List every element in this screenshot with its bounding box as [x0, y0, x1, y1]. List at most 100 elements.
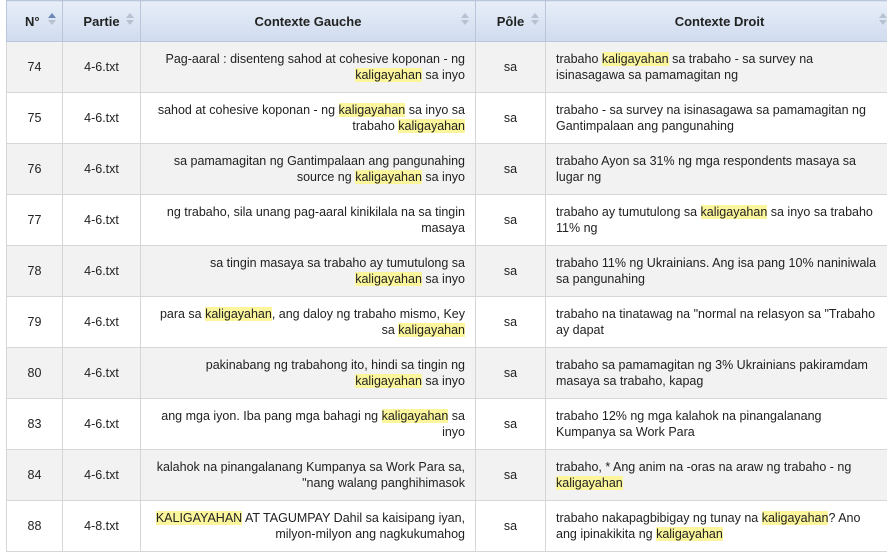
table-row: 77 4-6.txt ng trabaho, sila unang pag-aara…	[6, 194, 887, 246]
column-header-contexte-droit[interactable]: Contexte Droit	[545, 0, 887, 42]
column-header-pole[interactable]: Pôle	[475, 0, 546, 42]
cell-contexte-droit: trabaho na tinatawag na "normal na relas…	[545, 296, 887, 348]
cell-number: 74	[6, 41, 63, 93]
cell-contexte-droit: trabaho - sa survey na isinasagawa sa pa…	[545, 92, 887, 144]
cell-number: 77	[6, 194, 63, 246]
keyword-highlight: kaligayahan	[381, 409, 449, 423]
context-text: trabaho nakapagbibigay ng tunay na	[556, 511, 762, 525]
table-row: 74 4-6.txt Pag-aaral : disenteng sahod at …	[6, 41, 887, 93]
context-text: ng trabaho, sila unang pag-aaral kinikil…	[166, 205, 465, 235]
cell-number: 76	[6, 143, 63, 195]
cell-partie: 4-6.txt	[62, 449, 141, 501]
sort-icon	[879, 13, 887, 27]
cell-partie: 4-6.txt	[62, 92, 141, 144]
cell-contexte-droit: trabaho, * Ang anim na -oras na araw ng …	[545, 449, 887, 501]
cell-pole: sa	[475, 449, 546, 501]
context-text: trabaho sa pamamagitan ng 3% Ukrainians …	[556, 358, 868, 388]
cell-number: 80	[6, 347, 63, 399]
table-row: 76 4-6.txt sa pamamagitan ng Gantimpalaan …	[6, 143, 887, 195]
keyword-highlight: kaligayahan	[355, 374, 422, 388]
keyword-highlight: kaligayahan	[656, 527, 723, 541]
cell-contexte-droit: trabaho 11% ng Ukrainians. Ang isa pang …	[545, 245, 887, 297]
cell-pole: sa	[475, 92, 546, 144]
table-row: 75 4-6.txt sahod at cohesive koponan - ng …	[6, 92, 887, 144]
keyword-highlight: kaligayahan	[398, 119, 465, 133]
context-text: pakinabang ng trabahong ito, hindi sa ti…	[205, 358, 465, 372]
cell-number: 84	[6, 449, 63, 501]
cell-number: 75	[6, 92, 63, 144]
cell-contexte-gauche: para sa kaligayahan, ang daloy ng trabah…	[140, 296, 476, 348]
sort-ascending-icon	[48, 13, 56, 27]
cell-number: 79	[6, 296, 63, 348]
cell-pole: sa	[475, 245, 546, 297]
keyword-highlight: kaligayahan	[205, 307, 272, 321]
context-text: ang mga iyon. Iba pang mga bahagi ng	[161, 409, 382, 423]
header-row: N° Partie Contexte Gauche Pôle Contexte …	[6, 0, 887, 42]
cell-contexte-gauche: sa pamamagitan ng Gantimpalaan ang pangu…	[140, 143, 476, 195]
context-text: sa inyo	[421, 68, 465, 82]
cell-pole: sa	[475, 296, 546, 348]
cell-partie: 4-6.txt	[62, 347, 141, 399]
column-header-contexte-gauche[interactable]: Contexte Gauche	[140, 0, 476, 42]
keyword-highlight: kaligayahan	[761, 511, 829, 525]
table-row: 79 4-6.txt para sa kaligayahan, ang daloy …	[6, 296, 887, 348]
cell-contexte-gauche: ang mga iyon. Iba pang mga bahagi ng kal…	[140, 398, 476, 450]
column-header-contexte-droit-label: Contexte Droit	[674, 13, 765, 29]
cell-contexte-droit: trabaho Ayon sa 31% ng mga respondents m…	[545, 143, 887, 195]
cell-contexte-gauche: Pag-aaral : disenteng sahod at cohesive …	[140, 41, 476, 93]
context-text: trabaho	[556, 52, 602, 66]
column-header-partie-label: Partie	[83, 13, 120, 29]
context-text: kalahok na pinangalanang Kumpanya sa Wor…	[156, 460, 465, 490]
context-text: Pag-aaral : disenteng sahod at cohesive …	[165, 52, 465, 66]
keyword-highlight: kaligayahan	[556, 476, 623, 490]
table-row: 88 4-8.txt KALIGAYAHAN AT TAGUMPAY Dahil s…	[6, 500, 887, 552]
table-row: 80 4-6.txt pakinabang ng trabahong ito, hi…	[6, 347, 887, 399]
cell-number: 78	[6, 245, 63, 297]
context-text: sa inyo	[421, 170, 465, 184]
cell-partie: 4-6.txt	[62, 398, 141, 450]
cell-contexte-gauche: pakinabang ng trabahong ito, hindi sa ti…	[140, 347, 476, 399]
context-text: trabaho ay tumutulong sa	[556, 205, 701, 219]
context-text: trabaho 11% ng Ukrainians. Ang isa pang …	[556, 256, 877, 286]
keyword-highlight: kaligayahan	[700, 205, 768, 219]
sort-icon	[126, 13, 134, 27]
sort-icon	[461, 13, 469, 27]
cell-contexte-droit: trabaho nakapagbibigay ng tunay na kalig…	[545, 500, 887, 552]
context-text: trabaho 12% ng mga kalahok na pinangalan…	[556, 409, 822, 439]
cell-contexte-droit: trabaho sa pamamagitan ng 3% Ukrainians …	[545, 347, 887, 399]
cell-pole: sa	[475, 500, 546, 552]
cell-pole: sa	[475, 347, 546, 399]
cell-contexte-gauche: ng trabaho, sila unang pag-aaral kinikil…	[140, 194, 476, 246]
keyword-highlight: kaligayahan	[338, 103, 406, 117]
table-row: 78 4-6.txt sa tingin masaya sa trabaho ay …	[6, 245, 887, 297]
cell-contexte-droit: trabaho kaligayahan sa trabaho - sa surv…	[545, 41, 887, 93]
cell-contexte-gauche: sahod at cohesive koponan - ng kaligayah…	[140, 92, 476, 144]
context-text: trabaho - sa survey na isinasagawa sa pa…	[556, 103, 866, 133]
keyword-highlight: kaligayahan	[355, 68, 422, 82]
context-text: sa inyo	[421, 272, 465, 286]
keyword-highlight: kaligayahan	[355, 272, 422, 286]
column-header-partie[interactable]: Partie	[62, 0, 141, 42]
context-text: sa inyo	[421, 374, 465, 388]
cell-number: 88	[6, 500, 63, 552]
cell-partie: 4-6.txt	[62, 194, 141, 246]
concordance-table: N° Partie Contexte Gauche Pôle Contexte …	[6, 0, 887, 552]
cell-contexte-gauche: sa tingin masaya sa trabaho ay tumutulon…	[140, 245, 476, 297]
column-header-contexte-gauche-label: Contexte Gauche	[254, 13, 362, 29]
cell-partie: 4-6.txt	[62, 245, 141, 297]
cell-contexte-gauche: KALIGAYAHAN AT TAGUMPAY Dahil sa kaisipa…	[140, 500, 476, 552]
context-text: AT TAGUMPAY Dahil sa kaisipang iyan, mil…	[242, 511, 465, 541]
column-header-pole-label: Pôle	[496, 13, 525, 29]
table-row: 84 4-6.txt kalahok na pinangalanang Kumpan…	[6, 449, 887, 501]
keyword-highlight: kaligayahan	[355, 170, 422, 184]
context-text: sa tingin masaya sa trabaho ay tumutulon…	[209, 256, 465, 270]
cell-partie: 4-6.txt	[62, 296, 141, 348]
column-header-number[interactable]: N°	[6, 0, 63, 42]
cell-partie: 4-8.txt	[62, 500, 141, 552]
cell-pole: sa	[475, 398, 546, 450]
column-header-number-label: N°	[25, 13, 40, 29]
keyword-highlight: kaligayahan	[601, 52, 669, 66]
cell-contexte-droit: trabaho ay tumutulong sa kaligayahan sa …	[545, 194, 887, 246]
cell-pole: sa	[475, 194, 546, 246]
context-text: trabaho, * Ang anim na -oras na araw ng …	[556, 460, 852, 474]
